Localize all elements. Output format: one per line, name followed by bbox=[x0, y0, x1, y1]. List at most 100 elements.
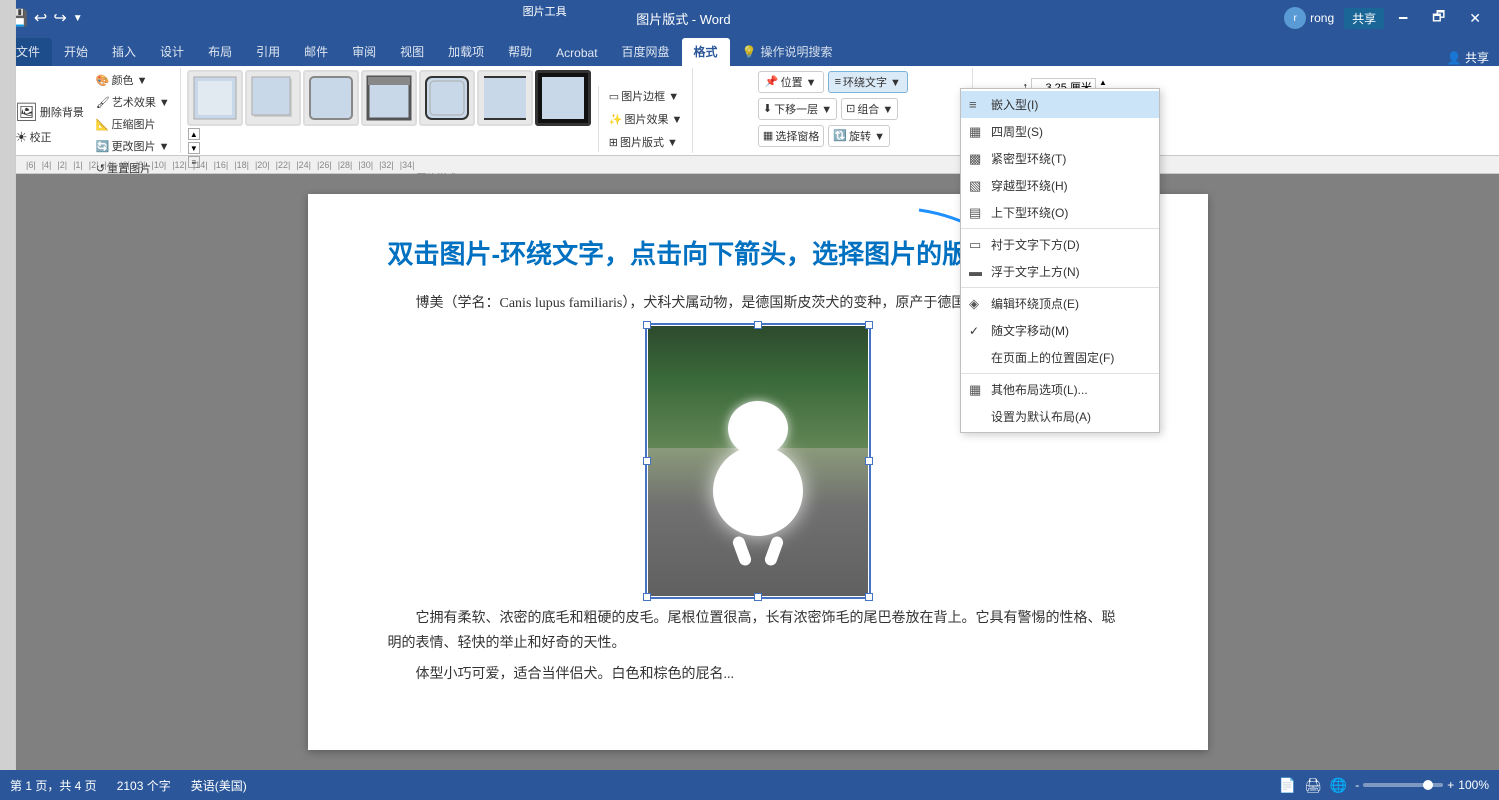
view-read-icon[interactable]: 📄 bbox=[1279, 777, 1296, 794]
zoom-level: 100% bbox=[1458, 778, 1489, 792]
menu-item-edit-points[interactable]: ◈ 编辑环绕顶点(E) bbox=[961, 290, 1159, 317]
page-info: 第 1 页，共 4 页 bbox=[10, 777, 97, 794]
group-btn[interactable]: ⊡组合 ▼ bbox=[841, 98, 898, 120]
fix-position-label: 在页面上的位置固定(F) bbox=[991, 349, 1114, 366]
color-btn[interactable]: 🎨颜色 ▼ bbox=[92, 70, 174, 90]
tab-help[interactable]: 帮助 bbox=[496, 38, 544, 66]
tab-format[interactable]: 格式 bbox=[682, 38, 730, 66]
tab-search[interactable]: 💡 操作说明搜索 bbox=[730, 38, 845, 66]
menu-separator-2 bbox=[961, 287, 1159, 288]
pic-style-5[interactable] bbox=[419, 70, 475, 126]
menu-item-tight[interactable]: ▩ 紧密型环绕(T) bbox=[961, 145, 1159, 172]
tab-baidu[interactable]: 百度网盘 bbox=[610, 38, 682, 66]
front-label: 浮于文字上方(N) bbox=[991, 263, 1080, 280]
position-btn[interactable]: 📌位置 ▼ bbox=[758, 71, 824, 93]
menu-item-fix-position[interactable]: 在页面上的位置固定(F) bbox=[961, 344, 1159, 371]
undo-icon[interactable]: ↩ bbox=[34, 8, 47, 28]
view-print-icon[interactable]: 🖨 bbox=[1304, 777, 1322, 794]
minimize-button[interactable]: 🗕 bbox=[1388, 2, 1418, 34]
statusbar-left: 第 1 页，共 4 页 2103 个字 英语(美国) bbox=[10, 777, 247, 794]
correction-btn[interactable]: ☀ 校正 bbox=[10, 126, 89, 148]
through-label: 穿越型环绕(H) bbox=[991, 177, 1068, 194]
document-title: 图片版式 - Word bbox=[636, 12, 730, 27]
remove-background-btn[interactable]: 🖼 删除背景 bbox=[10, 100, 89, 124]
share-button[interactable]: 共享 bbox=[1344, 8, 1384, 29]
statusbar-right: 📄 🖨 🌐 - + 100% bbox=[1279, 777, 1489, 794]
arrange-content: 📌位置 ▼ ≡环绕文字 ▼ ⬇下移一层 ▼ ⊡组合 ▼ bbox=[758, 70, 908, 147]
tab-home[interactable]: 开始 bbox=[52, 38, 100, 66]
ruler: |6| |4| |2| |1| |2| |4| |6| |8| |10| |12… bbox=[0, 156, 1499, 174]
ribbon-group-picture-styles: ▲ ▼ ≡ ▭图片边框 ▼ ✨图片效果 ▼ ⊞图片版式 ▼ 图片样式 bbox=[181, 68, 694, 153]
edit-points-label: 编辑环绕顶点(E) bbox=[991, 295, 1079, 312]
inline-label: 嵌入型(I) bbox=[991, 96, 1038, 113]
tab-insert[interactable]: 插入 bbox=[100, 38, 148, 66]
paragraph-2: 它拥有柔软、浓密的底毛和粗硬的皮毛。尾根位置很高，长有浓密饰毛的尾巴卷放在背上。… bbox=[388, 606, 1128, 656]
dog-photo[interactable] bbox=[648, 326, 868, 596]
ribbon-tabs: 文件 开始 插入 设计 布局 引用 邮件 审阅 视图 加载项 帮助 Acroba… bbox=[0, 36, 1499, 66]
tab-layout[interactable]: 布局 bbox=[196, 38, 244, 66]
wrap-text-dropdown: ≡ 嵌入型(I) ▦ 四周型(S) ▩ 紧密型环绕(T) ▧ 穿越型环绕(H) … bbox=[960, 88, 1160, 433]
inline-icon: ≡ bbox=[969, 97, 977, 112]
menu-item-square[interactable]: ▦ 四周型(S) bbox=[961, 118, 1159, 145]
title-bar-left: 💾 ↩ ↪ ▼ bbox=[8, 8, 83, 28]
menu-item-move-with-text[interactable]: ✓ 随文字移动(M) bbox=[961, 317, 1159, 344]
compress-btn[interactable]: 📐压缩图片 bbox=[92, 114, 174, 134]
ribbon-group-adjust: 🖼 删除背景 ☀ 校正 🎨颜色 ▼ 🖌艺术效果 ▼ 📐压缩图片 bbox=[4, 68, 181, 153]
close-button[interactable]: ✕ bbox=[1459, 6, 1491, 31]
tab-view[interactable]: 视图 bbox=[388, 38, 436, 66]
menu-item-set-default[interactable]: 设置为默认布局(A) bbox=[961, 403, 1159, 430]
picture-border-btn[interactable]: ▭图片边框 ▼ bbox=[605, 86, 687, 106]
behind-icon: ▭ bbox=[969, 237, 981, 253]
menu-item-through[interactable]: ▧ 穿越型环绕(H) bbox=[961, 172, 1159, 199]
more-layout-label: 其他布局选项(L)... bbox=[991, 381, 1088, 398]
menu-item-front[interactable]: ▬ 浮于文字上方(N) bbox=[961, 258, 1159, 285]
zoom-out-btn[interactable]: - bbox=[1355, 778, 1359, 792]
through-icon: ▧ bbox=[969, 178, 981, 194]
pic-style-6[interactable] bbox=[477, 70, 533, 126]
redo-icon[interactable]: ↪ bbox=[53, 8, 66, 28]
tab-review[interactable]: 审阅 bbox=[340, 38, 388, 66]
pic-style-1[interactable] bbox=[187, 70, 243, 126]
zoom-slider[interactable] bbox=[1363, 783, 1443, 787]
topbottom-label: 上下型环绕(O) bbox=[991, 204, 1068, 221]
tab-mailings[interactable]: 邮件 bbox=[292, 38, 340, 66]
move-back-btn[interactable]: ⬇下移一层 ▼ bbox=[758, 98, 837, 120]
zoom-in-btn[interactable]: + bbox=[1447, 778, 1454, 792]
edit-points-icon: ◈ bbox=[969, 296, 979, 312]
tab-design[interactable]: 设计 bbox=[148, 38, 196, 66]
word-count: 2103 个字 bbox=[117, 777, 171, 794]
square-icon: ▦ bbox=[969, 124, 981, 140]
front-icon: ▬ bbox=[969, 264, 982, 279]
behind-label: 衬于文字下方(D) bbox=[991, 236, 1080, 253]
menu-item-topbottom[interactable]: ▤ 上下型环绕(O) bbox=[961, 199, 1159, 226]
tab-addins[interactable]: 加载项 bbox=[436, 38, 496, 66]
tab-references[interactable]: 引用 bbox=[244, 38, 292, 66]
menu-item-behind[interactable]: ▭ 衬于文字下方(D) bbox=[961, 231, 1159, 258]
wrap-text-btn[interactable]: ≡环绕文字 ▼ bbox=[828, 71, 908, 93]
share-tab-button[interactable]: 👤 共享 bbox=[1437, 49, 1499, 66]
selection-pane-btn[interactable]: ▦选择窗格 bbox=[758, 125, 824, 147]
rotate-btn[interactable]: 🔃旋转 ▼ bbox=[828, 125, 890, 147]
user-avatar: r bbox=[1284, 7, 1306, 29]
picture-layout-btn[interactable]: ⊞图片版式 ▼ bbox=[605, 132, 687, 152]
menu-item-more-layout[interactable]: ▦ 其他布局选项(L)... bbox=[961, 376, 1159, 403]
view-web-icon[interactable]: 🌐 bbox=[1330, 777, 1347, 794]
art-effects-btn[interactable]: 🖌艺术效果 ▼ bbox=[92, 92, 174, 112]
tab-acrobat[interactable]: Acrobat bbox=[544, 41, 609, 66]
pic-style-4[interactable] bbox=[361, 70, 417, 126]
title-bar-right: r rong 共享 🗕 🗗 ✕ bbox=[1284, 2, 1491, 34]
picture-effects-btn[interactable]: ✨图片效果 ▼ bbox=[605, 109, 687, 129]
pic-style-3[interactable] bbox=[303, 70, 359, 126]
pic-style-2[interactable] bbox=[245, 70, 301, 126]
pic-style-7[interactable] bbox=[535, 70, 591, 126]
menu-item-inline[interactable]: ≡ 嵌入型(I) bbox=[961, 91, 1159, 118]
change-image-btn[interactable]: 🔄更改图片 ▼ bbox=[92, 136, 174, 156]
restore-button[interactable]: 🗗 bbox=[1422, 2, 1455, 34]
ribbon-group-arrange: 📌位置 ▼ ≡环绕文字 ▼ ⬇下移一层 ▼ ⊡组合 ▼ bbox=[693, 68, 973, 153]
square-label: 四周型(S) bbox=[991, 123, 1043, 140]
set-default-label: 设置为默认布局(A) bbox=[991, 408, 1091, 425]
user-area: r rong bbox=[1284, 7, 1334, 29]
title-bar: 💾 ↩ ↪ ▼ 图片工具 图片版式 - Word r rong 共享 🗕 🗗 ✕ bbox=[0, 0, 1499, 36]
status-bar: 第 1 页，共 4 页 2103 个字 英语(美国) 📄 🖨 🌐 - + 100… bbox=[0, 770, 1499, 800]
customize-icon[interactable]: ▼ bbox=[73, 13, 83, 24]
